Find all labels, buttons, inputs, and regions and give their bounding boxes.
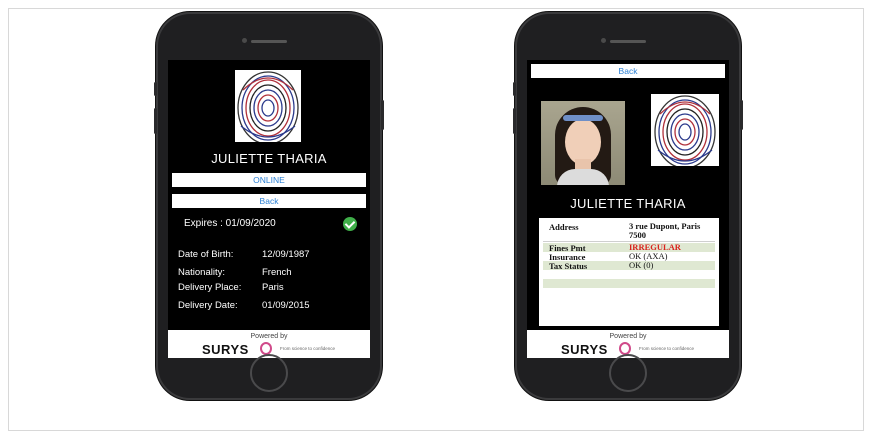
phone-mockup-records: Back JULIETTE THARIA Address 3 rue Dupon… <box>513 12 743 400</box>
valid-check-icon <box>343 217 357 231</box>
holder-name: JULIETTE THARIA <box>211 151 327 166</box>
detail-value: 01/09/2015 <box>262 300 310 311</box>
speaker-grille <box>251 40 287 43</box>
powered-by-label: Powered by <box>609 333 647 340</box>
records-table: Address 3 rue Dupont, Paris 7500 Fines P… <box>539 218 719 326</box>
online-status-button[interactable]: ONLINE <box>172 173 366 187</box>
phone-screen: JULIETTE THARIA ONLINE Back Expires : 01… <box>168 60 370 358</box>
surys-logo-text: SURYS <box>561 342 608 357</box>
record-value: OK (0) <box>629 260 654 270</box>
detail-label: Nationality: <box>178 267 225 278</box>
detail-value: Paris <box>262 282 284 293</box>
expiry-date: Expires : 01/09/2020 <box>184 218 276 229</box>
table-row-empty <box>543 270 715 279</box>
surys-logo-text: SURYS <box>202 342 249 357</box>
table-row: Address 3 rue Dupont, Paris 7500 <box>543 222 715 242</box>
detail-value: French <box>262 267 292 278</box>
holder-photo <box>541 101 625 185</box>
speaker-grille <box>610 40 646 43</box>
tagline: From science to confidence <box>280 346 336 351</box>
record-value: 3 rue Dupont, Paris 7500 <box>629 221 701 240</box>
home-button[interactable] <box>250 354 288 392</box>
phone-mockup-id-card: JULIETTE THARIA ONLINE Back Expires : 01… <box>154 12 384 400</box>
tagline: From science to confidence <box>639 346 695 351</box>
phone-screen: Back JULIETTE THARIA Address 3 rue Dupon… <box>527 60 729 358</box>
home-button[interactable] <box>609 354 647 392</box>
table-row-empty <box>543 279 715 288</box>
record-key: Address <box>549 222 579 232</box>
fingerprint-image <box>235 70 301 142</box>
detail-label: Delivery Date: <box>178 300 238 311</box>
back-button[interactable]: Back <box>172 194 366 208</box>
table-row: Tax Status OK (0) <box>543 260 715 271</box>
detail-label: Date of Birth: <box>178 249 234 260</box>
front-camera-icon <box>242 38 247 43</box>
front-camera-icon <box>601 38 606 43</box>
holder-name: JULIETTE THARIA <box>570 196 686 211</box>
detail-label: Delivery Place: <box>178 282 242 293</box>
fingerprint-image <box>651 94 719 166</box>
powered-by-label: Powered by <box>250 333 288 340</box>
detail-value: 12/09/1987 <box>262 249 310 260</box>
back-button[interactable]: Back <box>531 64 725 78</box>
